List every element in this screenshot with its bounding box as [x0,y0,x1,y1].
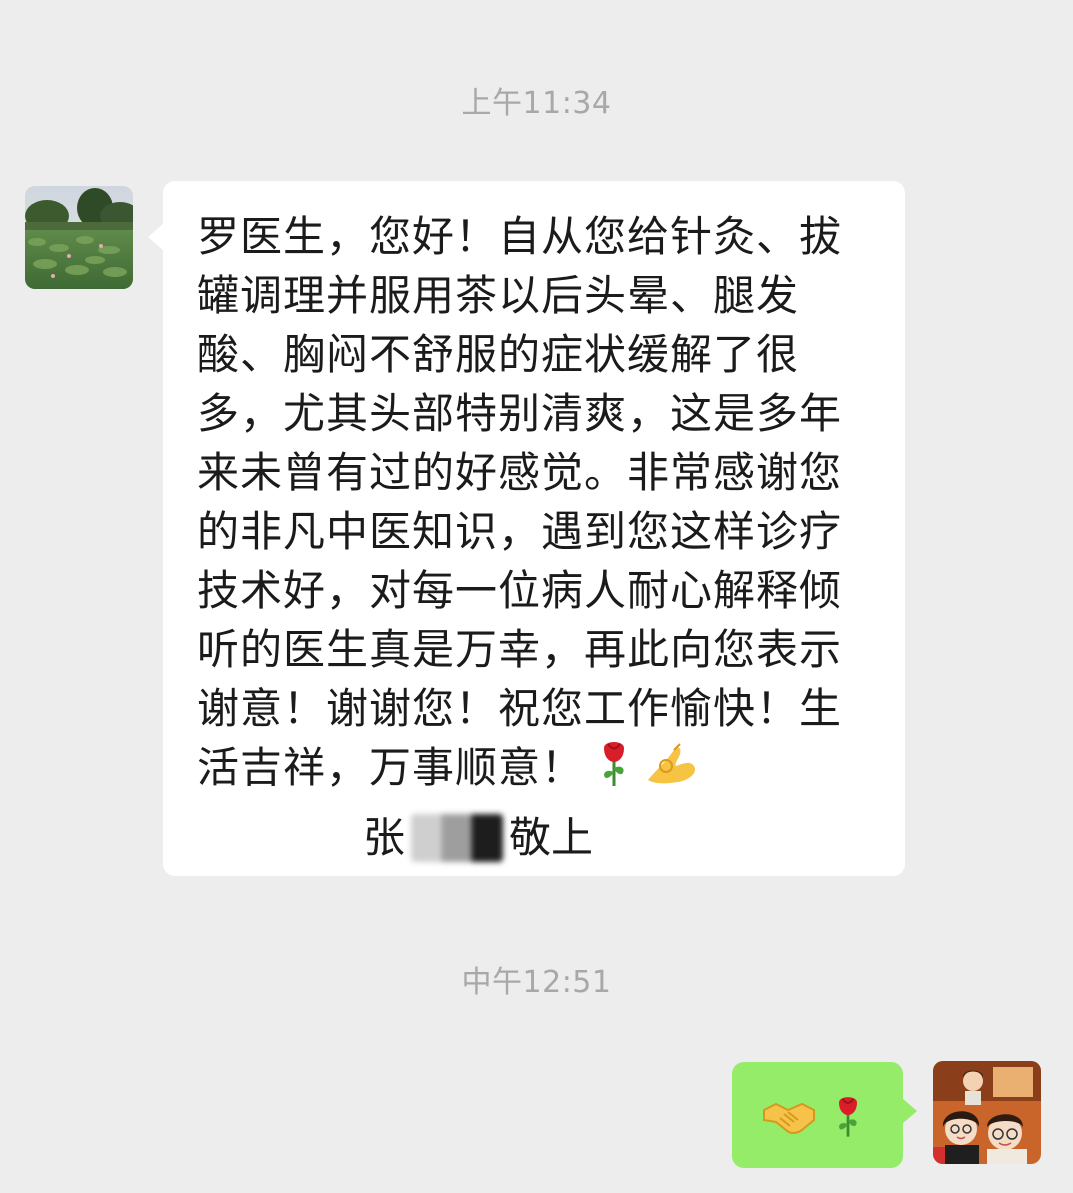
message-text: 罗医生，您好！自从您给针灸、拔罐调理并服用茶以后头晕、腿发酸、胸闷不舒服的症状缓… [197,207,877,803]
cartoon-couple-avatar [933,1061,1041,1164]
signature-surname: 张 [363,813,406,862]
signature: 张 敬上 [363,808,593,867]
sender-avatar[interactable] [25,186,133,289]
incoming-message-bubble[interactable]: 罗医生，您好！自从您给针灸、拔罐调理并服用茶以后头晕、腿发酸、胸闷不舒服的症状缓… [148,181,905,876]
outgoing-emojis [762,1090,866,1146]
message-timestamp: 中午12:51 [461,965,612,1000]
lotus-pond-photo-avatar [25,186,133,289]
outgoing-message-bubble[interactable] [732,1062,917,1168]
redacted-name [411,813,504,862]
message-timestamp: 上午11:34 [461,86,612,121]
ok-hand-emoji [644,740,700,801]
user-avatar[interactable] [933,1061,1041,1164]
handshake-emoji [762,1096,816,1140]
rose-emoji [830,1090,866,1146]
signature-suffix: 敬上 [509,813,594,862]
rose-emoji [594,738,634,803]
message-body: 罗医生，您好！自从您给针灸、拔罐调理并服用茶以后头晕、腿发酸、胸闷不舒服的症状缓… [197,212,843,792]
